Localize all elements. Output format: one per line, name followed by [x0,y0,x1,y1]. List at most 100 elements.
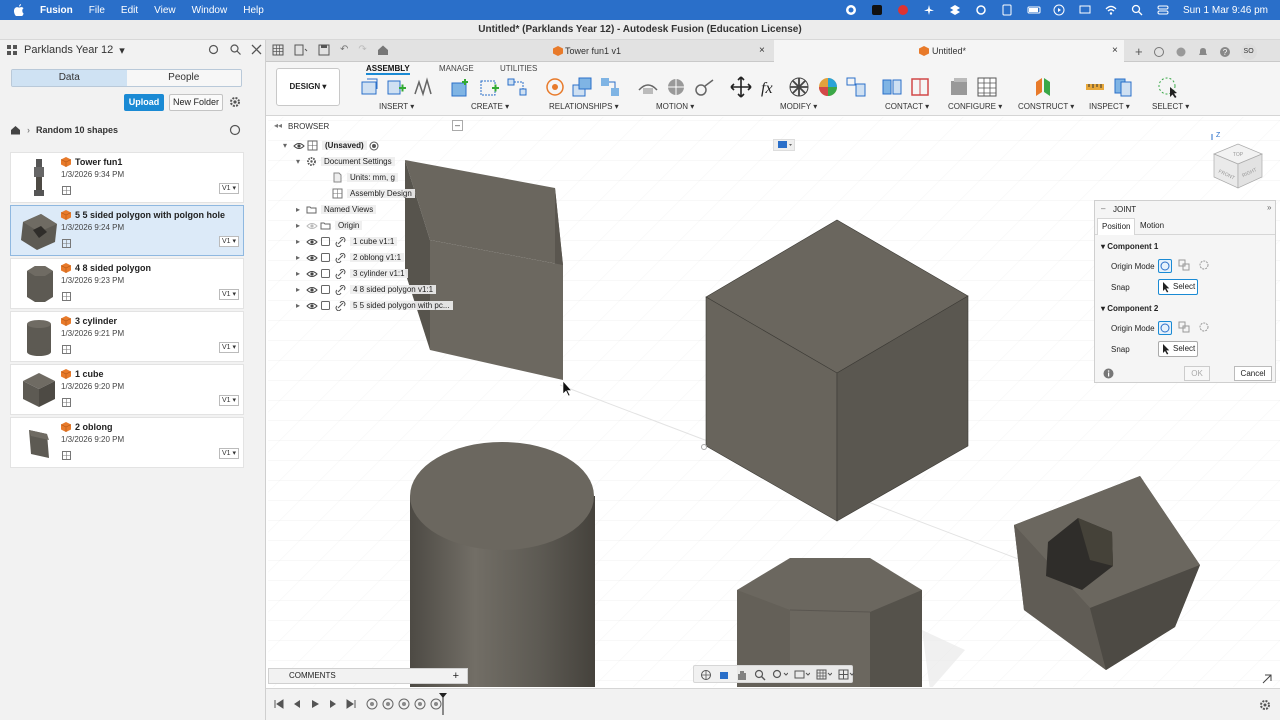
origin-between-icon[interactable] [1178,321,1192,335]
expand-arrow-icon[interactable]: ▸ [296,298,306,313]
ok-button[interactable]: OK [1184,366,1210,381]
menu-view[interactable]: View [154,5,176,16]
group-construct[interactable]: CONSTRUCT ▾ [1018,102,1074,111]
chevron-down-icon[interactable]: ▾ [119,44,125,57]
browser-node[interactable]: ▸ 1 cube v1:1 [296,234,398,249]
notifications-icon[interactable] [1197,46,1209,58]
origin-simple-icon[interactable] [1158,259,1172,273]
timeline-marker[interactable] [439,693,447,715]
file-item[interactable]: 4 8 sided polygon 1/3/2026 9:23 PM V1 ▾ [10,258,244,309]
browser-node[interactable]: ▸ Origin [296,218,363,233]
create-box-icon[interactable] [478,76,500,98]
clipboard-icon[interactable] [1001,4,1013,16]
pan-icon[interactable] [736,669,748,681]
activate-radio-icon[interactable] [369,141,379,151]
eye-icon[interactable] [306,253,320,263]
battery-icon[interactable] [1027,4,1041,16]
group-insert[interactable]: INSERT ▾ [379,102,414,111]
step-back-icon[interactable] [292,699,302,709]
cylinder-shape[interactable] [410,442,595,687]
file-item[interactable]: 1 cube 1/3/2026 9:20 PM V1 ▾ [10,364,244,415]
eye-icon[interactable] [306,237,320,247]
contact-sets-icon[interactable] [881,76,903,98]
expand-arrow-icon[interactable]: ▸ [296,234,306,249]
component2-select-button[interactable]: Select [1158,341,1198,357]
joint-collapse-icon[interactable]: – [1101,204,1105,213]
browser-node[interactable]: ▸ Named Views [296,202,377,217]
capture-image-icon[interactable] [773,139,795,151]
interference-icon[interactable] [1112,76,1134,98]
browser-collapse-icon[interactable]: ◂◂ [274,121,282,130]
component2-header[interactable]: ▾ Component 2 [1101,304,1158,313]
close-tab-icon[interactable]: × [759,40,765,62]
eye-icon[interactable] [306,269,320,279]
browser-node[interactable]: ▸ 4 8 sided polygon v1:1 [296,282,437,297]
browser-minimize-icon[interactable]: – [452,120,463,131]
refresh-icon[interactable] [208,44,219,55]
canvas-settings-icon[interactable] [1261,673,1273,685]
close-tab-icon[interactable]: × [1112,40,1118,62]
folder-name[interactable]: Random 10 shapes [36,125,118,135]
version-dropdown[interactable]: V1 ▾ [218,395,239,406]
group-motion[interactable]: MOTION ▾ [656,102,694,111]
apps-grid-icon[interactable] [272,44,284,56]
sync-icon[interactable] [975,4,987,16]
motion-study-icon[interactable] [693,76,715,98]
close-panel-icon[interactable] [251,44,262,55]
parameters-icon[interactable]: fx [759,76,781,98]
eye-icon[interactable] [293,141,307,151]
play-icon[interactable] [310,699,320,709]
create-pattern-icon[interactable] [506,76,528,98]
joint-expand-icon[interactable]: » [1267,203,1271,212]
enable-contact-icon[interactable] [909,76,931,98]
browser-node[interactable]: Assembly Design [322,186,415,201]
file-item[interactable]: 5 5 sided polygon with polgon hole 1/3/20… [10,205,244,256]
file-menu-icon[interactable] [294,44,308,56]
timeline-feature-icon[interactable] [398,698,410,710]
version-dropdown[interactable]: V1 ▾ [218,183,239,194]
group-modify[interactable]: MODIFY ▾ [780,102,817,111]
zoom-icon[interactable] [754,669,766,681]
origin-two-edge-icon[interactable] [1198,259,1212,273]
insert-derive-icon[interactable] [385,76,407,98]
control-center-icon[interactable] [1157,4,1169,16]
timeline-feature-icon[interactable] [414,698,426,710]
expand-arrow-icon[interactable]: ▸ [296,282,306,297]
grid-settings-icon[interactable] [816,669,832,681]
tab-utilities[interactable]: UTILITIES [500,64,537,73]
measure-icon[interactable] [1084,76,1106,98]
comments-bar[interactable]: COMMENTS + [268,668,468,684]
apple-menu[interactable] [14,4,24,16]
display-settings-icon[interactable] [794,669,810,681]
project-name[interactable]: Parklands Year 12 [24,44,113,56]
cancel-button[interactable]: Cancel [1234,366,1272,381]
look-at-icon[interactable] [718,669,730,681]
insert-mesh-icon[interactable] [413,76,435,98]
browser-node[interactable]: ▾ (Unsaved) [283,138,379,153]
tab-motion[interactable]: Motion [1140,218,1164,234]
insert-component-icon[interactable] [359,76,381,98]
add-comment-icon[interactable]: + [453,669,459,683]
dropbox-icon[interactable] [949,4,961,16]
expand-arrow-icon[interactable]: ▸ [296,202,306,217]
undo-icon[interactable]: ↶ [340,44,348,56]
expand-arrow-icon[interactable]: ▸ [296,218,306,233]
version-dropdown[interactable]: V1 ▾ [218,289,239,300]
select-icon[interactable] [1157,76,1179,98]
new-tab-icon[interactable]: + [1135,45,1143,58]
as-built-joint-icon[interactable] [571,76,593,98]
version-dropdown[interactable]: V1 ▾ [218,342,239,353]
menubar-clock[interactable]: Sun 1 Mar 9:46 pm [1183,5,1268,16]
tab-people[interactable]: People [126,70,241,86]
group-relationships[interactable]: RELATIONSHIPS ▾ [549,102,619,111]
workspace-switcher[interactable]: DESIGN ▾ [276,68,340,106]
group-contact[interactable]: CONTACT ▾ [885,102,929,111]
extensions-icon[interactable] [1153,46,1165,58]
home-view-icon[interactable] [377,44,389,56]
search-icon[interactable] [230,44,241,55]
go-to-end-icon[interactable] [346,699,356,709]
expand-arrow-icon[interactable]: ▸ [296,250,306,265]
drive-joints-icon[interactable] [665,76,687,98]
spotlight-icon[interactable] [1131,4,1143,16]
physical-material-icon[interactable] [817,76,839,98]
